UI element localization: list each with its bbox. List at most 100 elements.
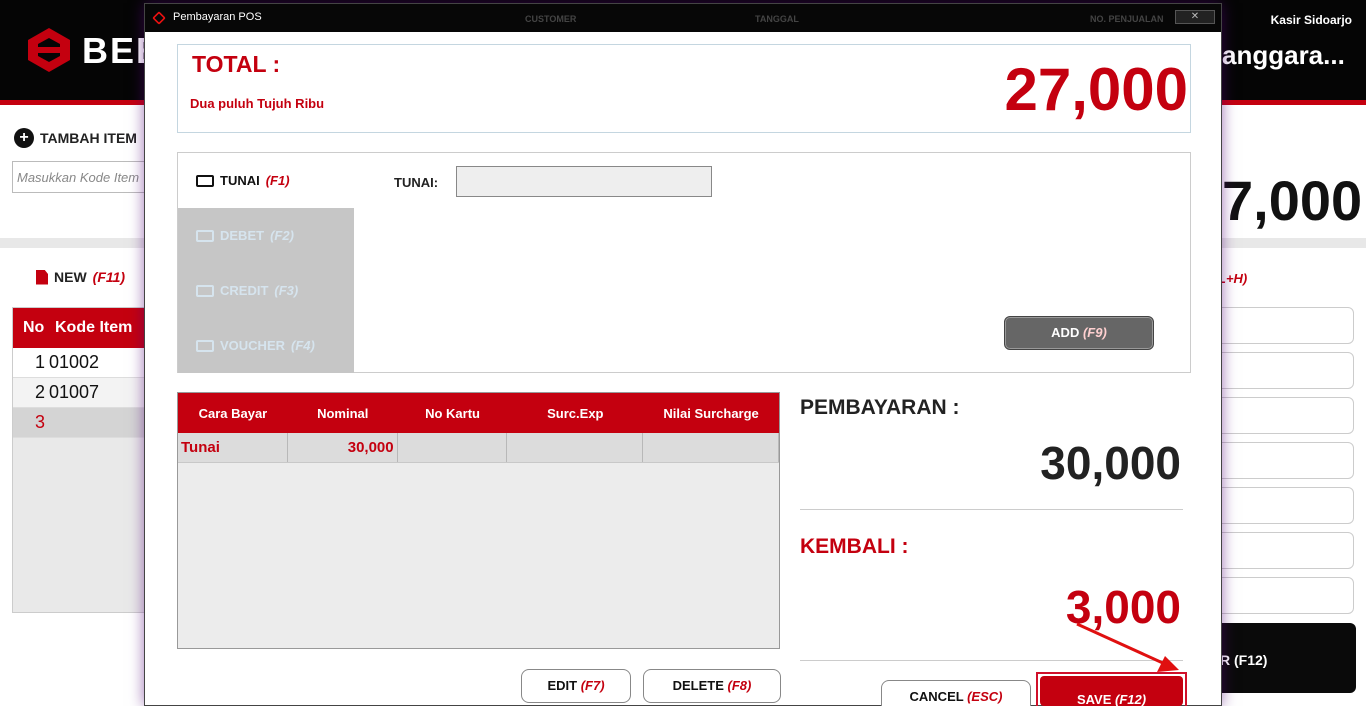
total-in-words: Dua puluh Tujuh Ribu xyxy=(190,96,325,111)
bee-logo-icon xyxy=(28,28,70,72)
cell-nominal: 30,000 xyxy=(288,433,398,462)
app-icon xyxy=(152,11,166,25)
cash-icon xyxy=(196,174,214,187)
tab-label: DEBET xyxy=(220,228,265,243)
pembayaran-amount: 30,000 xyxy=(1040,437,1181,489)
col-no-kartu: No Kartu xyxy=(425,405,480,421)
kembali-label: KEMBALI : xyxy=(800,535,909,558)
kasir-name: Kasir Sidoarjo xyxy=(1270,13,1352,27)
payment-method-panel: TUNAI (F1) DEBET (F2) CREDIT (F3) VOUCHE… xyxy=(177,152,1191,373)
total-panel: TOTAL : Dua puluh Tujuh Ribu 27,000 xyxy=(177,44,1191,133)
panel-separator-right xyxy=(1220,238,1366,248)
tab-shortcut: (F3) xyxy=(274,283,299,298)
kode-item-input[interactable]: Masukkan Kode Item xyxy=(12,161,162,193)
cancel-shortcut: (ESC) xyxy=(967,689,1003,704)
new-shortcut: (F11) xyxy=(92,269,126,285)
cell-cara-bayar: Tunai xyxy=(178,433,288,462)
cancel-button[interactable]: CANCEL (ESC) xyxy=(881,680,1031,706)
divider xyxy=(800,509,1183,510)
tab-shortcut: (F2) xyxy=(270,228,294,243)
new-button[interactable]: NEW (F11) xyxy=(36,269,125,285)
bg-total-value: 7,000 xyxy=(1222,169,1363,232)
tab-credit[interactable]: CREDIT (F3) xyxy=(178,263,354,318)
header-col-customer: CUSTOMER xyxy=(525,14,577,24)
tab-shortcut: (F1) xyxy=(265,173,290,188)
table-row[interactable]: 3 xyxy=(13,408,151,438)
delete-button[interactable]: DELETE (F8) xyxy=(643,669,781,703)
bg-summary-field xyxy=(1212,532,1354,569)
header-col-tanggal: TANGGAL xyxy=(755,14,799,24)
row-no: 2 xyxy=(34,382,45,402)
document-icon xyxy=(36,269,48,285)
bg-bayar-button[interactable]: R (F12) xyxy=(1200,623,1356,693)
tab-debet[interactable]: DEBET (F2) xyxy=(178,208,354,263)
dialog-title: Pembayaran POS xyxy=(173,11,262,23)
payment-dialog: Pembayaran POS CUSTOMER TANGGAL NO. PENJ… xyxy=(144,3,1222,706)
cell-no-kartu xyxy=(398,433,508,462)
tunai-amount-input[interactable] xyxy=(456,166,712,197)
tunai-field-label: TUNAI: xyxy=(394,175,439,190)
tab-label: VOUCHER xyxy=(220,338,286,353)
col-surc-exp: Surc.Exp xyxy=(547,405,604,421)
card-icon xyxy=(196,229,214,242)
item-table: No Kode Item 1 01002 2 01007 3 xyxy=(12,307,152,613)
bg-summary-field xyxy=(1212,442,1354,479)
col-cara-bayar: Cara Bayar xyxy=(198,405,268,421)
add-label: ADD xyxy=(1051,325,1080,340)
card-icon xyxy=(196,284,214,297)
voucher-icon xyxy=(196,339,214,352)
close-button[interactable]: ✕ xyxy=(1175,10,1215,24)
delete-shortcut: (F8) xyxy=(727,678,752,693)
col-nilai-surcharge: Nilai Surcharge xyxy=(663,405,759,421)
payment-method-tabs: TUNAI (F1) DEBET (F2) CREDIT (F3) VOUCHE… xyxy=(178,153,354,373)
tab-voucher[interactable]: VOUCHER (F4) xyxy=(178,318,354,373)
table-row[interactable]: 1 01002 xyxy=(13,348,151,378)
cell-surc-exp xyxy=(507,433,644,462)
tab-label: TUNAI xyxy=(220,173,260,188)
pembayaran-label: PEMBAYARAN : xyxy=(800,396,960,419)
item-table-header: No Kode Item xyxy=(13,308,151,348)
delete-label: DELETE xyxy=(672,678,724,693)
save-shortcut: (F12) xyxy=(1115,692,1147,706)
payment-table: Cara Bayar Nominal No Kartu Surc.Exp Nil… xyxy=(177,392,780,649)
bg-shortcut-hint: L+H) xyxy=(1218,271,1248,286)
customer-name: anggara... xyxy=(1222,40,1345,70)
bg-summary-field xyxy=(1212,487,1354,524)
dialog-titlebar: Pembayaran POS CUSTOMER TANGGAL NO. PENJ… xyxy=(145,4,1221,32)
cell-nilai-surcharge xyxy=(643,433,779,462)
row-no: 3 xyxy=(34,412,45,432)
col-kode-item: Kode Item xyxy=(55,319,133,336)
row-kode: 01002 xyxy=(49,352,100,372)
table-row[interactable]: 2 01007 xyxy=(13,378,151,408)
save-label: SAVE xyxy=(1076,692,1112,706)
cancel-label: CANCEL xyxy=(909,689,964,704)
bg-summary-field xyxy=(1212,307,1354,344)
col-no: No xyxy=(23,319,45,336)
save-button[interactable]: SAVE (F12) xyxy=(1040,676,1183,706)
bg-summary-field xyxy=(1212,577,1354,614)
tab-tunai[interactable]: TUNAI (F1) xyxy=(178,153,354,208)
edit-button[interactable]: EDIT (F7) xyxy=(521,669,631,703)
edit-label: EDIT xyxy=(547,678,578,693)
table-row[interactable]: Tunai 30,000 xyxy=(178,433,779,463)
row-kode: 01007 xyxy=(49,382,100,402)
tambah-item-label: TAMBAH ITEM xyxy=(40,130,137,146)
annotation-arrow-icon xyxy=(1076,622,1179,672)
header-col-no-penjualan: NO. PENJUALAN xyxy=(1090,14,1164,24)
save-button-highlight[interactable]: SAVE (F12) xyxy=(1036,672,1187,706)
payment-table-header: Cara Bayar Nominal No Kartu Surc.Exp Nil… xyxy=(178,393,779,433)
edit-shortcut: (F7) xyxy=(580,678,605,693)
tab-shortcut: (F4) xyxy=(291,338,315,353)
panel-separator xyxy=(0,238,150,248)
bg-summary-field xyxy=(1212,352,1354,389)
add-payment-button[interactable]: ADD (F9) xyxy=(1004,316,1154,350)
col-nominal: Nominal xyxy=(317,405,369,421)
total-label: TOTAL : xyxy=(192,51,281,77)
tab-label: CREDIT xyxy=(220,283,269,298)
total-amount: 27,000 xyxy=(1004,56,1188,123)
tambah-item-header: + TAMBAH ITEM xyxy=(14,128,137,148)
bg-summary-field xyxy=(1212,397,1354,434)
new-label: NEW xyxy=(54,269,87,285)
add-shortcut: (F9) xyxy=(1082,325,1107,340)
plus-circle-icon: + xyxy=(14,128,34,148)
